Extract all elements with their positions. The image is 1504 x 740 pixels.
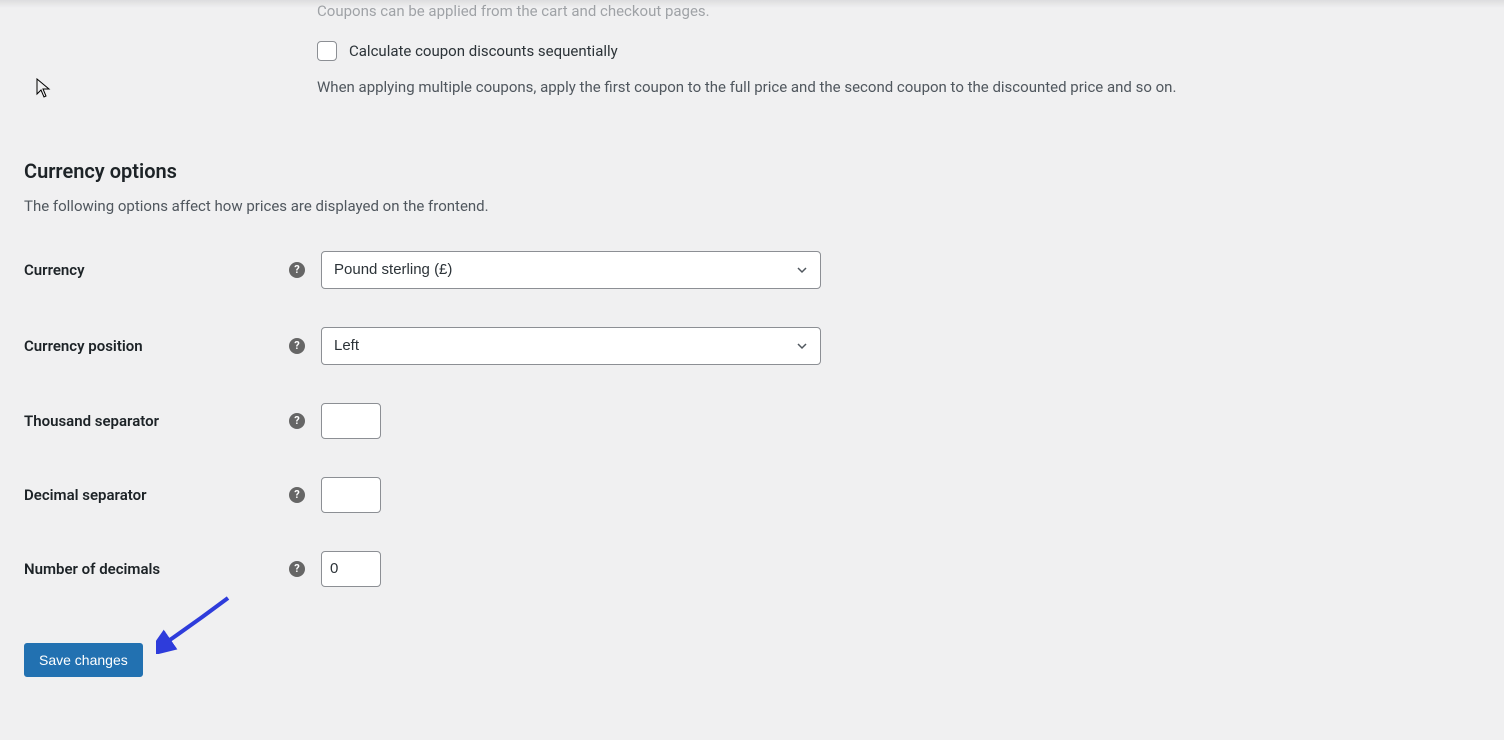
- help-icon[interactable]: ?: [289, 262, 305, 278]
- decimal-separator-label: Decimal separator: [24, 486, 289, 504]
- sequential-coupon-desc: When applying multiple coupons, apply th…: [317, 75, 1480, 99]
- currency-options-desc: The following options affect how prices …: [24, 197, 1480, 215]
- currency-position-label: Currency position: [24, 337, 289, 355]
- help-icon[interactable]: ?: [289, 561, 305, 577]
- coupon-applied-text: Coupons can be applied from the cart and…: [317, 0, 1480, 23]
- annotation-arrow-icon: [156, 594, 236, 654]
- save-changes-button[interactable]: Save changes: [24, 643, 143, 677]
- decimal-separator-input[interactable]: [321, 477, 381, 513]
- currency-label: Currency: [24, 261, 289, 279]
- number-decimals-label: Number of decimals: [24, 560, 289, 578]
- cursor-icon: [36, 78, 52, 100]
- help-icon[interactable]: ?: [289, 338, 305, 354]
- help-icon[interactable]: ?: [289, 413, 305, 429]
- currency-options-heading: Currency options: [24, 159, 1480, 183]
- sequential-coupon-checkbox[interactable]: [317, 41, 337, 61]
- thousand-separator-label: Thousand separator: [24, 412, 289, 430]
- thousand-separator-input[interactable]: [321, 403, 381, 439]
- currency-position-select[interactable]: Left: [321, 327, 821, 365]
- currency-select[interactable]: Pound sterling (£): [321, 251, 821, 289]
- sequential-coupon-label: Calculate coupon discounts sequentially: [349, 42, 618, 60]
- help-icon[interactable]: ?: [289, 487, 305, 503]
- number-decimals-input[interactable]: [321, 551, 381, 587]
